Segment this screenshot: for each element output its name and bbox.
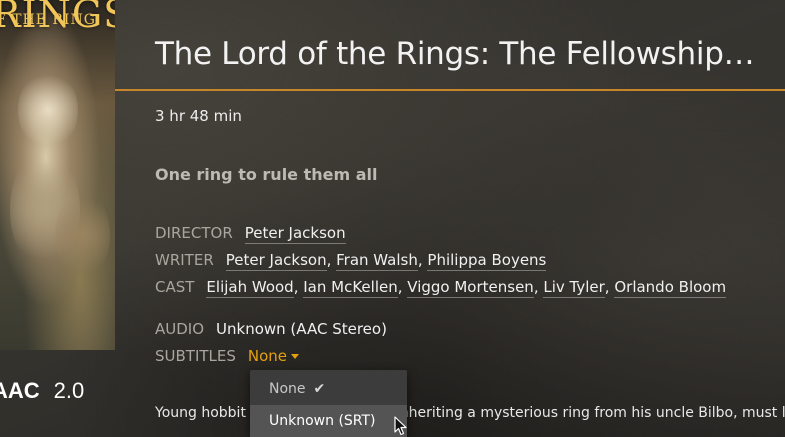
- subtitle-option-none[interactable]: None ✔: [250, 373, 407, 405]
- subtitle-option-unknown-srt[interactable]: Unknown (SRT): [250, 405, 407, 437]
- cast-row: CAST Elijah Wood, Ian McKellen, Viggo Mor…: [155, 278, 727, 298]
- tagline: One ring to rule them all: [155, 165, 378, 184]
- poster-subtitle: F THE RING: [0, 12, 96, 28]
- separator: ,: [293, 278, 304, 296]
- writer-label: WRITER: [155, 251, 214, 269]
- audio-label: AUDIO: [155, 320, 205, 338]
- cast-link[interactable]: Ian McKellen: [303, 278, 398, 298]
- director-row: DIRECTOR Peter Jackson: [155, 224, 346, 244]
- movie-title: The Lord of the Rings: The Fellowship…: [155, 36, 755, 72]
- subtitle-option-label: None: [269, 381, 306, 397]
- separator: ,: [397, 278, 408, 296]
- subtitles-dropdown-menu: None ✔ Unknown (SRT): [250, 370, 407, 437]
- writer-row: WRITER Peter Jackson, Fran Walsh, Philipp…: [155, 251, 547, 271]
- subtitles-dropdown-toggle[interactable]: None: [247, 347, 300, 365]
- title-divider: [115, 89, 785, 91]
- writer-link[interactable]: Peter Jackson: [225, 251, 327, 271]
- checkmark-icon: ✔: [313, 381, 326, 397]
- audio-channels: 2.0: [53, 378, 85, 403]
- subtitles-value: None: [247, 347, 288, 365]
- director-link[interactable]: Peter Jackson: [244, 224, 346, 244]
- poster-figure: [55, 190, 110, 280]
- director-label: DIRECTOR: [155, 224, 233, 242]
- separator: ,: [533, 278, 544, 296]
- separator: ,: [326, 251, 337, 269]
- audio-value: Unknown (AAC Stereo): [216, 320, 387, 338]
- mouse-pointer-icon: [394, 416, 407, 436]
- separator: ,: [417, 251, 428, 269]
- cast-link[interactable]: Liv Tyler: [543, 278, 605, 298]
- cast-link[interactable]: Elijah Wood: [206, 278, 294, 298]
- writer-link[interactable]: Philippa Boyens: [427, 251, 547, 271]
- runtime: 3 hr 48 min: [155, 107, 242, 125]
- caret-down-icon: [291, 354, 300, 359]
- audio-format-badge: AAC 2.0: [0, 378, 84, 404]
- separator: ,: [604, 278, 615, 296]
- writer-link[interactable]: Fran Walsh: [336, 251, 418, 271]
- audio-row: AUDIO Unknown (AAC Stereo): [155, 320, 387, 338]
- poster-figure: [18, 70, 78, 150]
- cast-link[interactable]: Viggo Mortensen: [407, 278, 534, 298]
- movie-poster[interactable]: RINGS F THE RING: [0, 0, 115, 350]
- cast-label: CAST: [155, 278, 195, 296]
- subtitles-row: SUBTITLES None: [155, 347, 300, 365]
- audio-codec: AAC: [0, 378, 40, 403]
- cast-link[interactable]: Orlando Bloom: [614, 278, 727, 298]
- subtitle-option-label: Unknown (SRT): [269, 413, 376, 429]
- subtitles-label: SUBTITLES: [155, 347, 236, 365]
